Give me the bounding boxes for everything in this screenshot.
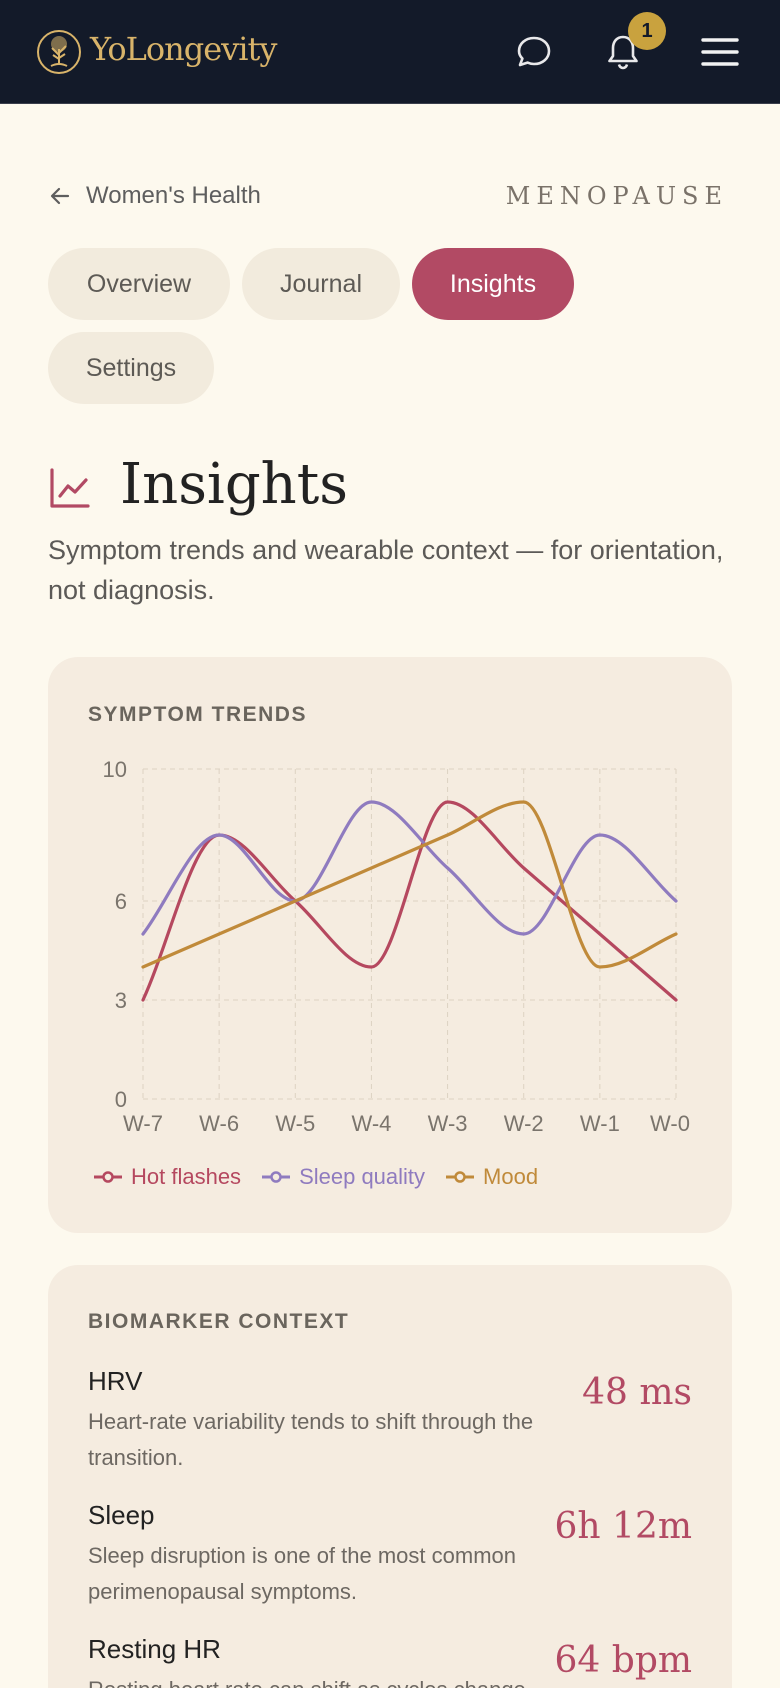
- biomarker-resting-hr-desc: Resting heart rate can shift as cycles c…: [88, 1672, 588, 1688]
- x-tick-label: W-4: [351, 1111, 391, 1136]
- biomarker-hrv-name: HRV: [88, 1366, 143, 1396]
- x-tick-label: W-3: [428, 1111, 468, 1136]
- biomarker-sleep-desc: Sleep disruption is one of the most comm…: [88, 1543, 517, 1604]
- y-tick-label: 0: [115, 1087, 127, 1112]
- biomarker-hrv-desc: Heart-rate variability tends to shift th…: [88, 1409, 534, 1470]
- legend-marker-icon: [262, 1171, 291, 1183]
- legend-marker-icon: [94, 1171, 122, 1183]
- legend-label: Mood: [483, 1164, 539, 1189]
- legend-label: Sleep quality: [299, 1164, 426, 1189]
- biomarker-resting-hr-name: Resting HR: [88, 1634, 221, 1664]
- biomarker-hrv-value: 48 ms: [582, 1372, 692, 1413]
- x-tick-label: W-1: [580, 1111, 620, 1136]
- legend-marker-icon: [446, 1171, 475, 1183]
- y-tick-label: 3: [115, 988, 127, 1013]
- legend-label: Hot flashes: [131, 1164, 242, 1189]
- legend-item-hot-flashes: Hot flashes: [93, 1164, 241, 1190]
- x-tick-label: W-2: [504, 1111, 544, 1136]
- symptom-trends-chart: W-7 W-6 W-5 W-4 W-3 W-2 W-1 W-0 0 3 6 10: [103, 757, 690, 1136]
- x-tick-label: W-7: [123, 1111, 163, 1136]
- series-line-sleep-quality: [141, 800, 678, 936]
- x-tick-label: W-6: [199, 1111, 239, 1136]
- chart-legend: Hot flashes Sleep quality Mood: [93, 1164, 538, 1190]
- biomarker-context-label: BIOMARKER CONTEXT: [88, 1310, 350, 1333]
- x-tick-label: W-5: [275, 1111, 315, 1136]
- x-tick-label: W-0: [650, 1111, 690, 1136]
- y-tick-label: 6: [115, 889, 127, 914]
- legend-item-mood: Mood: [445, 1164, 538, 1190]
- y-tick-label: 10: [103, 757, 127, 782]
- biomarker-sleep-name: Sleep: [88, 1500, 155, 1530]
- legend-item-sleep-quality: Sleep quality: [261, 1164, 425, 1190]
